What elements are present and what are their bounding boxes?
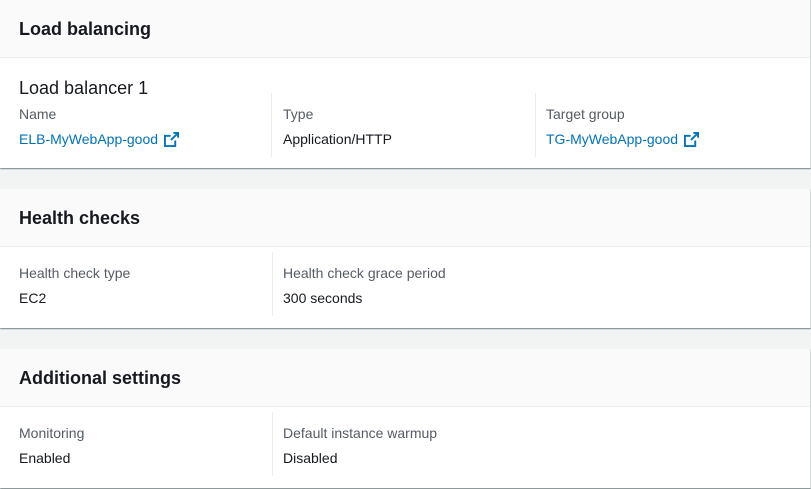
instance-warmup-label: Default instance warmup (283, 425, 438, 441)
load-balancer-name[interactable]: ELB-MyWebApp-good (19, 130, 158, 148)
column-divider (272, 412, 273, 476)
target-group-label: Target group (546, 106, 625, 122)
health-checks-panel: Health checks Health check type EC2 Heal… (0, 189, 811, 328)
health-check-type-label: Health check type (19, 265, 131, 281)
load-balancer-subheading: Load balancer 1 (19, 78, 149, 98)
column-divider (271, 93, 272, 157)
load-balancing-title: Load balancing (19, 18, 152, 39)
health-checks-header: Health checks (0, 189, 810, 247)
load-balancing-header: Load balancing (0, 0, 810, 58)
load-balancer-link[interactable]: ELB-MyWebApp-good (19, 130, 180, 148)
name-label: Name (19, 106, 57, 122)
column-divider (272, 252, 273, 316)
external-link-icon[interactable] (684, 131, 700, 147)
target-group-name[interactable]: TG-MyWebApp-good (546, 130, 678, 148)
target-group-link[interactable]: TG-MyWebApp-good (546, 130, 700, 148)
type-value: Application/HTTP (283, 131, 392, 147)
additional-settings-panel: Additional settings Monitoring Enabled D… (0, 349, 811, 488)
additional-settings-title: Additional settings (19, 367, 181, 388)
load-balancing-panel: Load balancing Load balancer 1 Name ELB-… (0, 0, 811, 168)
monitoring-label: Monitoring (19, 425, 85, 441)
health-checks-title: Health checks (19, 207, 141, 228)
type-label: Type (283, 106, 314, 122)
health-check-type-value: EC2 (19, 290, 47, 306)
column-divider (535, 93, 536, 157)
monitoring-value: Enabled (19, 450, 71, 466)
grace-period-value: 300 seconds (283, 290, 363, 306)
external-link-icon[interactable] (164, 131, 180, 147)
additional-settings-header: Additional settings (0, 349, 810, 407)
instance-warmup-value: Disabled (283, 450, 338, 466)
load-balancing-body: Load balancer 1 Name ELB-MyWebApp-good T… (0, 58, 810, 168)
grace-period-label: Health check grace period (283, 265, 446, 281)
health-checks-body: Health check type EC2 Health check grace… (0, 247, 810, 328)
additional-settings-body: Monitoring Enabled Default instance warm… (0, 407, 810, 488)
